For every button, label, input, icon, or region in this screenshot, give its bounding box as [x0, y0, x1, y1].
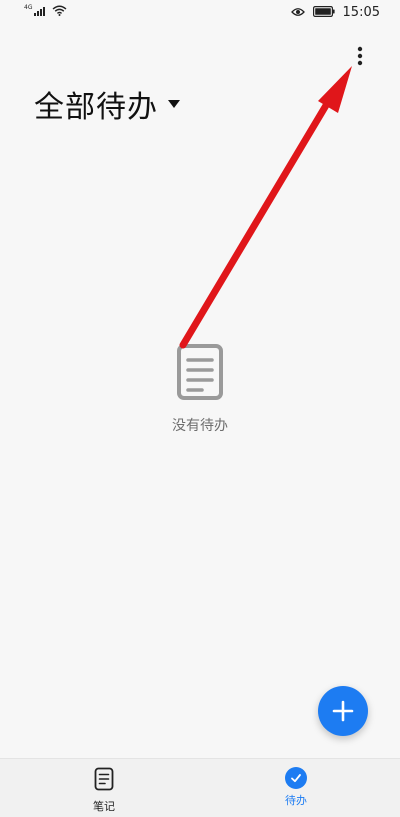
- wifi-icon: [52, 5, 67, 19]
- status-left: 4G: [24, 3, 67, 19]
- todo-filter-dropdown[interactable]: 全部待办: [34, 82, 180, 126]
- empty-state: 没有待办: [0, 343, 400, 435]
- document-icon: [176, 343, 224, 405]
- page-title: 全部待办: [34, 90, 158, 125]
- status-right: 15:05: [290, 5, 380, 20]
- checklist-icon: [285, 767, 307, 789]
- bottom-nav: 笔记 待办: [0, 758, 400, 817]
- status-time: 15:05: [342, 5, 380, 20]
- tab-notes-label: 笔记: [93, 800, 115, 813]
- eye-icon: [290, 6, 305, 20]
- add-todo-button[interactable]: [318, 686, 368, 736]
- more-options-button[interactable]: [344, 40, 376, 72]
- status-bar: 4G 15:05: [0, 0, 400, 26]
- tab-notes[interactable]: 笔记: [64, 767, 144, 814]
- more-vertical-icon: [357, 46, 363, 66]
- note-icon: [94, 767, 114, 795]
- caret-down-icon: [168, 93, 180, 112]
- empty-state-text: 没有待办: [172, 418, 228, 434]
- tab-todos-label: 待办: [285, 794, 307, 807]
- signal-icon: [34, 5, 48, 19]
- network-type-label: 4G: [24, 3, 33, 11]
- tab-todos[interactable]: 待办: [256, 767, 336, 808]
- plus-icon: [332, 700, 354, 722]
- battery-icon: [312, 5, 335, 20]
